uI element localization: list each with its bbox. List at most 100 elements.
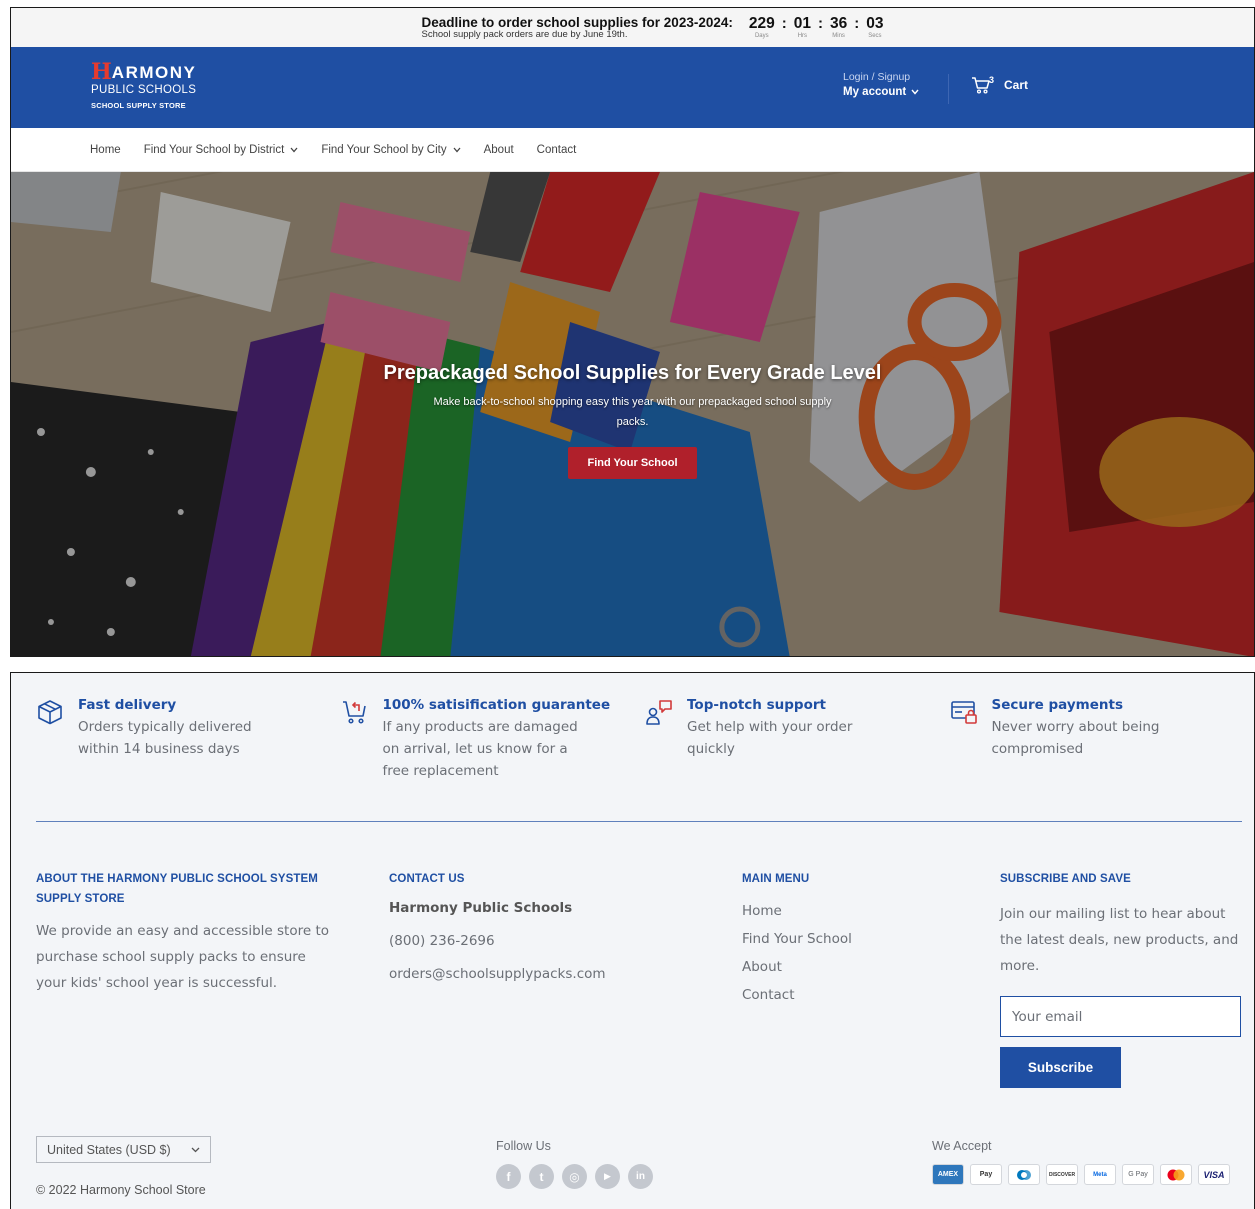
my-account-label: My account [843,86,907,98]
footer-subscribe-text: Join our mailing list to hear about the … [1000,906,1239,974]
hero-banner: Prepackaged School Supplies for Every Gr… [11,172,1254,656]
google-pay-icon: G Pay [1122,1164,1154,1185]
cart-icon [972,77,990,94]
subscribe-button[interactable]: Subscribe [1000,1047,1121,1088]
footer-about-title: ABOUT THE HARMONY PUBLIC SCHOOL SYSTEM S… [36,873,318,905]
youtube-icon[interactable]: ▶ [595,1164,620,1189]
logo-mark: H [91,59,112,85]
nav-item-district[interactable]: Find Your School by District [144,144,299,156]
cart-count-badge: 3 [989,75,995,85]
find-your-school-button[interactable]: Find Your School [568,447,697,479]
footer-contact: CONTACT US Harmony Public Schools (800) … [389,869,669,982]
hero-content: Prepackaged School Supplies for Every Gr… [11,362,1254,479]
my-account-toggle[interactable]: My account [843,86,919,98]
follow-us-label: Follow Us [496,1139,551,1153]
logo-line-1: PUBLIC SCHOOLS [91,84,197,96]
countdown-timer: 229 Days : 01 Hrs : 36 Mins : 03 Secs [749,16,884,40]
nav-item-label: About [483,143,514,156]
countdown-separator: : [781,14,787,32]
feature-body: Secure payments Never worry about being … [992,697,1207,782]
visa-icon: VISA [1198,1164,1230,1185]
account-menu[interactable]: Login / Signup My account [843,71,919,98]
chevron-down-icon [290,147,298,152]
chevron-down-icon [191,1147,200,1152]
feature-body: Top-notch support Get help with your ord… [687,697,902,782]
countdown-hours: 01 Hrs [794,16,811,40]
feature-body: 100% satisification guarantee If any pro… [383,697,611,782]
twitter-icon[interactable]: t [529,1164,554,1189]
site-header: H ARMONY PUBLIC SCHOOLS SCHOOL SUPPLY ST… [11,47,1254,128]
cart-button[interactable]: 3 Cart [971,75,1028,94]
header-divider [948,74,949,104]
feature-guarantee: 100% satisification guarantee If any pro… [341,697,646,782]
countdown-value: 229 [748,14,775,32]
instagram-icon[interactable]: ◎ [562,1164,587,1189]
footer-menu-title: MAIN MENU [742,873,810,885]
footer-link-home[interactable]: Home [742,897,942,925]
nav-item-contact[interactable]: Contact [537,144,577,156]
footer-subscribe: SUBSCRIBE AND SAVE Join our mailing list… [1000,869,1244,1088]
countdown-minutes: 36 Mins [830,16,847,40]
nav-item-home[interactable]: Home [90,144,121,156]
logo-wordmark: H ARMONY [91,61,196,83]
feature-fast-delivery: Fast delivery Orders typically delivered… [36,697,341,782]
nav-item-label: Find Your School by District [143,143,285,156]
currency-value: United States (USD $) [47,1142,171,1157]
logo-line-2: SCHOOL SUPPLY STORE [91,101,186,110]
feature-strip: Fast delivery Orders typically delivered… [36,697,1254,782]
currency-selector[interactable]: United States (USD $) [36,1136,211,1163]
feature-title: Secure payments [991,697,1124,713]
footer-bottom-bar: United States (USD $) © 2022 Harmony Sch… [36,1135,1242,1205]
countdown-label: Secs [868,33,882,40]
linkedin-icon[interactable]: in [628,1164,653,1189]
feature-body: Fast delivery Orders typically delivered… [78,697,293,782]
social-links: f t ◎ ▶ in [496,1164,653,1189]
feature-text: Never worry about being compromised [991,719,1160,757]
nav-item-about[interactable]: About [484,144,514,156]
payment-icons: AMEX Pay DISCOVER Meta G Pay VISA [932,1164,1230,1185]
chevron-down-icon [911,89,919,95]
countdown-label: Days [754,33,769,40]
box-icon [38,700,62,725]
announcement-text: Deadline to order school supplies for 20… [421,14,733,40]
feature-text: Orders typically delivered within 14 bus… [78,719,252,757]
feature-support: Top-notch support Get help with your ord… [645,697,950,782]
footer-columns: ABOUT THE HARMONY PUBLIC SCHOOL SYSTEM S… [36,869,1242,1099]
site-logo[interactable]: H ARMONY PUBLIC SCHOOLS SCHOOL SUPPLY ST… [91,61,196,110]
cart-return-icon [342,701,366,724]
footer-about: ABOUT THE HARMONY PUBLIC SCHOOL SYSTEM S… [36,869,336,996]
storefront-footer: Fast delivery Orders typically delivered… [10,672,1255,1209]
contact-phone[interactable]: (800) 236-2696 [389,933,669,949]
feature-secure-payments: Secure payments Never worry about being … [950,697,1255,782]
follow-us: Follow Us f t ◎ ▶ in [496,1139,653,1189]
countdown-seconds: 03 Secs [866,16,883,40]
footer-link-about[interactable]: About [742,953,942,981]
feature-text: Get help with your order quickly [687,719,853,757]
meta-pay-icon: Meta [1084,1164,1116,1185]
login-signup-link[interactable]: Login / Signup [843,71,919,83]
footer-menu-links: Home Find Your School About Contact [742,897,942,1009]
footer-link-find-school[interactable]: Find Your School [742,925,942,953]
facebook-icon[interactable]: f [496,1164,521,1189]
discover-icon: DISCOVER [1046,1164,1078,1185]
chevron-down-icon [453,147,461,152]
contact-email[interactable]: orders@schoolsupplypacks.com [389,966,669,982]
countdown-value: 36 [829,14,848,32]
countdown-days: 229 Days [749,16,775,40]
nav-item-label: Home [90,143,121,156]
support-icon [646,700,672,725]
logo-word: ARMONY [111,62,197,82]
countdown-label: Mins [832,33,845,40]
countdown-separator: : [817,14,823,32]
secure-payment-icon [950,701,977,724]
hero-title: Prepackaged School Supplies for Every Gr… [383,362,882,384]
footer-subscribe-title: SUBSCRIBE AND SAVE [1000,873,1131,885]
footer-link-contact[interactable]: Contact [742,981,942,1009]
contact-name: Harmony Public Schools [389,900,573,916]
diners-icon [1008,1164,1040,1185]
nav-item-city[interactable]: Find Your School by City [321,144,461,156]
newsletter-email-input[interactable] [1000,996,1241,1037]
announcement-title: Deadline to order school supplies for 20… [421,14,733,30]
mastercard-icon [1160,1164,1192,1185]
storefront-top: Deadline to order school supplies for 20… [10,7,1255,657]
